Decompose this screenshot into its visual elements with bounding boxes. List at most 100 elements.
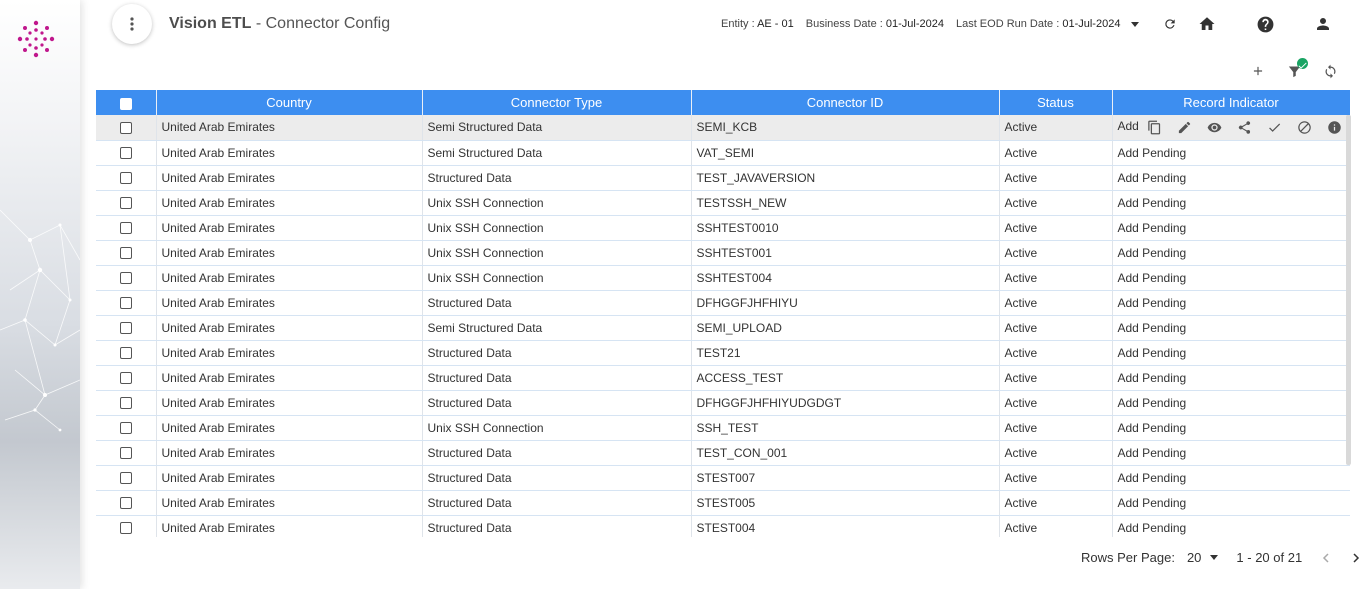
cell-connector-type: Unix SSH Connection bbox=[422, 240, 692, 266]
menu-button[interactable] bbox=[112, 4, 152, 44]
column-header-status[interactable]: Status bbox=[999, 90, 1113, 115]
approve-icon bbox=[1269, 123, 1281, 132]
prev-page-button[interactable] bbox=[1314, 552, 1338, 563]
cell-connector-type: Unix SSH Connection bbox=[422, 415, 692, 441]
view-button[interactable] bbox=[1203, 118, 1227, 136]
select-all-checkbox[interactable] bbox=[119, 97, 132, 110]
table-row[interactable]: United Arab Emirates Unix SSH Connection S… bbox=[96, 215, 1350, 241]
chevron-down-icon[interactable] bbox=[1131, 21, 1140, 27]
table-row[interactable]: United Arab Emirates Structured Data TEST_… bbox=[96, 440, 1350, 466]
table-row[interactable]: United Arab Emirates Structured Data STEST… bbox=[96, 465, 1350, 491]
row-checkbox[interactable] bbox=[119, 447, 132, 460]
row-checkbox[interactable] bbox=[119, 422, 132, 435]
refresh-button[interactable] bbox=[1159, 13, 1181, 35]
reject-button[interactable] bbox=[1293, 118, 1317, 136]
row-checkbox[interactable] bbox=[119, 397, 132, 410]
cell-status: Active bbox=[999, 390, 1113, 416]
table-row[interactable]: United Arab Emirates Structured Data ACCES… bbox=[96, 365, 1350, 391]
cell-text: Active bbox=[1004, 370, 1038, 385]
table-row[interactable]: United Arab Emirates Unix SSH Connection T… bbox=[96, 190, 1350, 216]
row-select-cell bbox=[96, 165, 157, 191]
table-row[interactable]: United Arab Emirates Unix SSH Connection S… bbox=[96, 240, 1350, 266]
cell-text: STEST005 bbox=[696, 495, 756, 510]
column-header-record-indicator[interactable]: Record Indicator bbox=[1112, 90, 1350, 115]
column-header-connector-type[interactable]: Connector Type bbox=[422, 90, 692, 115]
row-checkbox[interactable] bbox=[119, 372, 132, 385]
add-button[interactable] bbox=[1248, 61, 1268, 81]
table-row[interactable]: United Arab Emirates Semi Structured Data… bbox=[96, 140, 1350, 166]
select-all-cell bbox=[96, 90, 157, 115]
table-row[interactable]: United Arab Emirates Unix SSH Connection S… bbox=[96, 265, 1350, 291]
cell-record-indicator: Add Pending bbox=[1112, 515, 1350, 537]
cell-text: Active bbox=[1004, 295, 1038, 310]
cell-text: SSH_TEST bbox=[696, 420, 759, 435]
row-checkbox[interactable] bbox=[119, 322, 132, 335]
cell-connector-type: Structured Data bbox=[422, 365, 692, 391]
row-checkbox[interactable] bbox=[119, 522, 132, 535]
table-row[interactable]: United Arab Emirates Semi Structured Data… bbox=[96, 315, 1350, 341]
cell-status: Active bbox=[999, 515, 1113, 537]
cell-text: Active bbox=[1004, 170, 1038, 185]
column-header-country[interactable]: Country bbox=[156, 90, 423, 115]
table-row[interactable]: United Arab Emirates Semi Structured Data… bbox=[96, 115, 1350, 141]
help-button[interactable] bbox=[1254, 13, 1276, 35]
cell-text: United Arab Emirates bbox=[161, 495, 275, 510]
row-checkbox[interactable] bbox=[119, 172, 132, 185]
table-row[interactable]: United Arab Emirates Structured Data DFHGG… bbox=[96, 290, 1350, 316]
cell-status: Active bbox=[999, 490, 1113, 516]
cell-text: United Arab Emirates bbox=[161, 295, 275, 310]
row-checkbox[interactable] bbox=[119, 347, 132, 360]
row-checkbox[interactable] bbox=[119, 297, 132, 310]
cell-connector-id: SSH_TEST bbox=[691, 415, 1000, 441]
cell-text: Add Pending bbox=[1117, 220, 1187, 235]
row-checkbox[interactable] bbox=[119, 272, 132, 285]
sync-icon bbox=[1325, 64, 1335, 78]
cell-text: STEST004 bbox=[696, 520, 756, 535]
table-row[interactable]: United Arab Emirates Structured Data STEST… bbox=[96, 515, 1350, 537]
row-select-cell bbox=[96, 440, 157, 466]
row-checkbox[interactable] bbox=[119, 247, 132, 260]
edit-button[interactable] bbox=[1173, 118, 1197, 136]
rows-per-page-value: 20 bbox=[1186, 550, 1202, 565]
cell-text: United Arab Emirates bbox=[161, 395, 275, 410]
share-button[interactable] bbox=[1233, 118, 1257, 136]
sync-button[interactable] bbox=[1320, 61, 1340, 81]
cell-country: United Arab Emirates bbox=[156, 440, 423, 466]
cell-connector-id: SEMI_KCB bbox=[691, 115, 1000, 141]
next-page-button[interactable] bbox=[1344, 552, 1366, 563]
home-button[interactable] bbox=[1196, 13, 1218, 35]
cell-text: Add Pending bbox=[1117, 145, 1187, 160]
cell-connector-type: Structured Data bbox=[422, 490, 692, 516]
row-checkbox[interactable] bbox=[119, 197, 132, 210]
cell-text: Unix SSH Connection bbox=[427, 195, 544, 210]
info-button[interactable] bbox=[1323, 118, 1347, 136]
row-checkbox[interactable] bbox=[119, 497, 132, 510]
row-checkbox[interactable] bbox=[119, 472, 132, 485]
scrollbar[interactable] bbox=[1346, 115, 1351, 465]
cell-record-indicator: Add Pending bbox=[1112, 440, 1350, 466]
table-row[interactable]: United Arab Emirates Unix SSH Connection S… bbox=[96, 415, 1350, 441]
copy-button[interactable] bbox=[1143, 118, 1167, 136]
cell-record-indicator: Add Pending bbox=[1112, 490, 1350, 516]
table-row[interactable]: United Arab Emirates Structured Data TEST_… bbox=[96, 165, 1350, 191]
row-select-cell bbox=[96, 140, 157, 166]
rows-per-page-select[interactable]: 20 bbox=[1186, 550, 1219, 565]
row-checkbox[interactable] bbox=[119, 147, 132, 160]
table-row[interactable]: United Arab Emirates Structured Data STEST… bbox=[96, 490, 1350, 516]
cell-country: United Arab Emirates bbox=[156, 140, 423, 166]
cell-status: Active bbox=[999, 365, 1113, 391]
cell-text: Unix SSH Connection bbox=[427, 245, 544, 260]
column-header-connector-id[interactable]: Connector ID bbox=[691, 90, 1000, 115]
row-checkbox[interactable] bbox=[119, 222, 132, 235]
account-button[interactable] bbox=[1312, 13, 1334, 35]
approve-button[interactable] bbox=[1263, 118, 1287, 136]
network-background bbox=[0, 209, 80, 432]
cell-text: Structured Data bbox=[427, 345, 512, 360]
row-checkbox[interactable] bbox=[119, 122, 132, 135]
filter-button[interactable] bbox=[1284, 58, 1308, 81]
table-row[interactable]: United Arab Emirates Structured Data TEST2… bbox=[96, 340, 1350, 366]
cell-text: Add Pending bbox=[1117, 495, 1187, 510]
cell-text: United Arab Emirates bbox=[161, 245, 275, 260]
cell-text: United Arab Emirates bbox=[161, 370, 275, 385]
table-row[interactable]: United Arab Emirates Structured Data DFHGG… bbox=[96, 390, 1350, 416]
